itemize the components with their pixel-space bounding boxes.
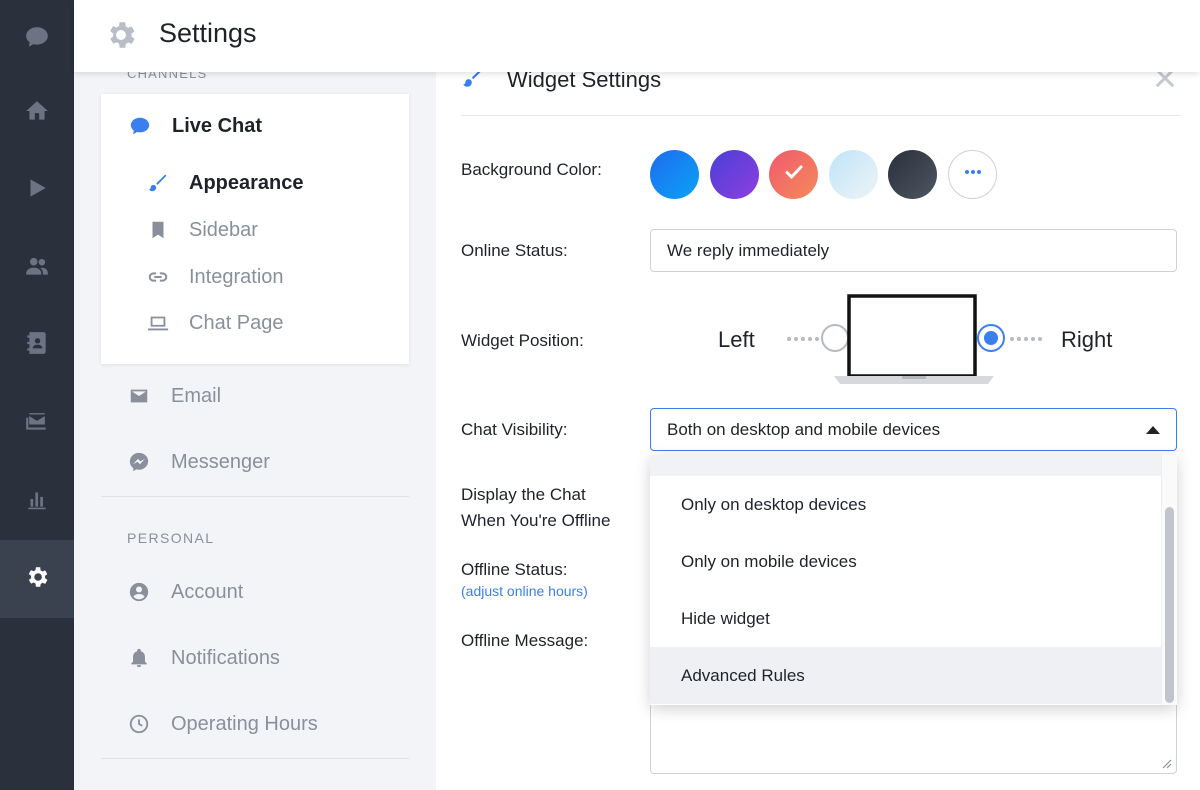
nav-label: Appearance <box>189 171 304 194</box>
chat-bubble-icon <box>24 24 50 55</box>
icon-rail <box>0 0 74 790</box>
offline-message-label: Offline Message: <box>461 631 589 650</box>
scrollbar-thumb[interactable] <box>1165 507 1174 703</box>
inbox-icon <box>24 408 50 439</box>
people-icon <box>24 253 50 284</box>
dropdown-option[interactable]: Only on desktop devices <box>650 476 1161 533</box>
color-swatch-dark[interactable] <box>888 150 937 199</box>
rail-home[interactable] <box>0 74 74 152</box>
position-right-radio[interactable] <box>977 324 1005 352</box>
nav-label: Live Chat <box>172 114 263 137</box>
clock-icon <box>127 712 151 736</box>
section-title-personal: PERSONAL <box>127 530 215 546</box>
bell-icon <box>127 646 151 670</box>
link-icon <box>146 265 170 289</box>
rail-inbox[interactable] <box>0 384 74 462</box>
divider <box>461 115 1181 116</box>
laptop-illustration <box>834 294 994 386</box>
nav-item-sidebar[interactable]: Sidebar <box>146 218 258 242</box>
divider <box>101 758 409 759</box>
chat-visibility-select[interactable]: Both on desktop and mobile devices <box>650 408 1177 451</box>
select-value: Both on desktop and mobile devices <box>667 420 941 439</box>
display-offline-label: Display the Chat <box>461 485 586 504</box>
dropdown-scrolled-item[interactable] <box>650 455 1161 476</box>
resize-handle-icon[interactable] <box>1160 757 1172 769</box>
bar-chart-icon <box>24 486 50 517</box>
rail-settings[interactable] <box>0 540 74 618</box>
more-colors-button[interactable] <box>948 150 997 199</box>
rail-people[interactable] <box>0 229 74 307</box>
paintbrush-icon <box>146 171 170 195</box>
color-swatch-light-blue[interactable] <box>829 150 878 199</box>
checkmark-icon <box>782 160 806 189</box>
dropdown-option[interactable]: Hide widget <box>650 590 1161 647</box>
live-chat-card: Live Chat Appearance Sidebar Integration… <box>101 94 409 364</box>
nav-label: Email <box>171 384 222 407</box>
chat-visibility-dropdown: Only on desktop devices Only on mobile d… <box>650 455 1177 705</box>
position-right-label: Right <box>1061 327 1113 352</box>
dotted-connector <box>1010 337 1042 341</box>
settings-nav: CHANNELS Live Chat Appearance Sidebar In… <box>74 66 436 790</box>
contacts-book-icon <box>24 330 50 361</box>
nav-item-messenger[interactable]: Messenger <box>127 450 270 474</box>
online-status-label: Online Status: <box>461 241 568 260</box>
nav-label: Sidebar <box>189 218 258 241</box>
rail-contacts[interactable] <box>0 306 74 384</box>
nav-item-email[interactable]: Email <box>127 384 221 408</box>
more-dots-icon <box>961 160 985 189</box>
nav-label: Messenger <box>171 450 270 473</box>
nav-item-notifications[interactable]: Notifications <box>127 646 280 670</box>
nav-label: Notifications <box>171 646 280 669</box>
laptop-icon <box>146 311 170 335</box>
nav-item-integration[interactable]: Integration <box>146 265 284 289</box>
nav-label: Chat Page <box>189 311 284 334</box>
nav-item-account[interactable]: Account <box>127 580 243 604</box>
color-swatch-purple[interactable] <box>710 150 759 199</box>
color-swatch-blue[interactable] <box>650 150 699 199</box>
play-icon <box>24 175 50 206</box>
nav-label: Operating Hours <box>171 712 318 735</box>
nav-item-live-chat[interactable]: Live Chat <box>128 114 262 138</box>
gear-icon <box>24 564 50 595</box>
nav-label: Account <box>171 580 244 603</box>
position-left-label: Left <box>718 327 755 352</box>
dropdown-scrollbar[interactable] <box>1161 455 1177 705</box>
page-title: Settings <box>159 18 257 48</box>
display-offline-label-2: When You're Offline <box>461 511 611 530</box>
online-status-input[interactable]: We reply immediately <box>650 229 1177 272</box>
dotted-connector <box>787 337 819 341</box>
dropdown-option[interactable]: Only on mobile devices <box>650 533 1161 590</box>
background-color-label: Background Color: <box>461 160 602 179</box>
envelope-icon <box>127 384 151 408</box>
home-icon <box>24 98 50 129</box>
chat-visibility-label: Chat Visibility: <box>461 420 568 439</box>
caret-up-icon <box>1146 426 1160 434</box>
adjust-online-hours-link[interactable]: (adjust online hours) <box>461 583 588 599</box>
rail-play[interactable] <box>0 151 74 229</box>
chat-bubble-icon <box>128 114 152 138</box>
offline-status-label: Offline Status: <box>461 560 568 579</box>
dropdown-option[interactable]: Advanced Rules <box>650 647 1161 704</box>
color-swatch-coral[interactable] <box>769 150 818 199</box>
bookmark-icon <box>146 218 170 242</box>
page-header: Settings <box>74 0 1200 72</box>
widget-settings-panel: Widget Settings Background Color: Online… <box>436 67 1200 790</box>
rail-chat[interactable] <box>0 0 74 78</box>
messenger-icon <box>127 450 151 474</box>
divider <box>101 496 409 497</box>
widget-position-label: Widget Position: <box>461 331 584 350</box>
nav-item-appearance[interactable]: Appearance <box>146 171 304 195</box>
rail-reports[interactable] <box>0 462 74 540</box>
nav-label: Integration <box>189 265 284 288</box>
nav-item-operating-hours[interactable]: Operating Hours <box>127 712 318 736</box>
gear-icon <box>104 18 138 52</box>
account-icon <box>127 580 151 604</box>
nav-item-chat-page[interactable]: Chat Page <box>146 311 284 335</box>
offline-message-textarea[interactable] <box>650 702 1177 774</box>
